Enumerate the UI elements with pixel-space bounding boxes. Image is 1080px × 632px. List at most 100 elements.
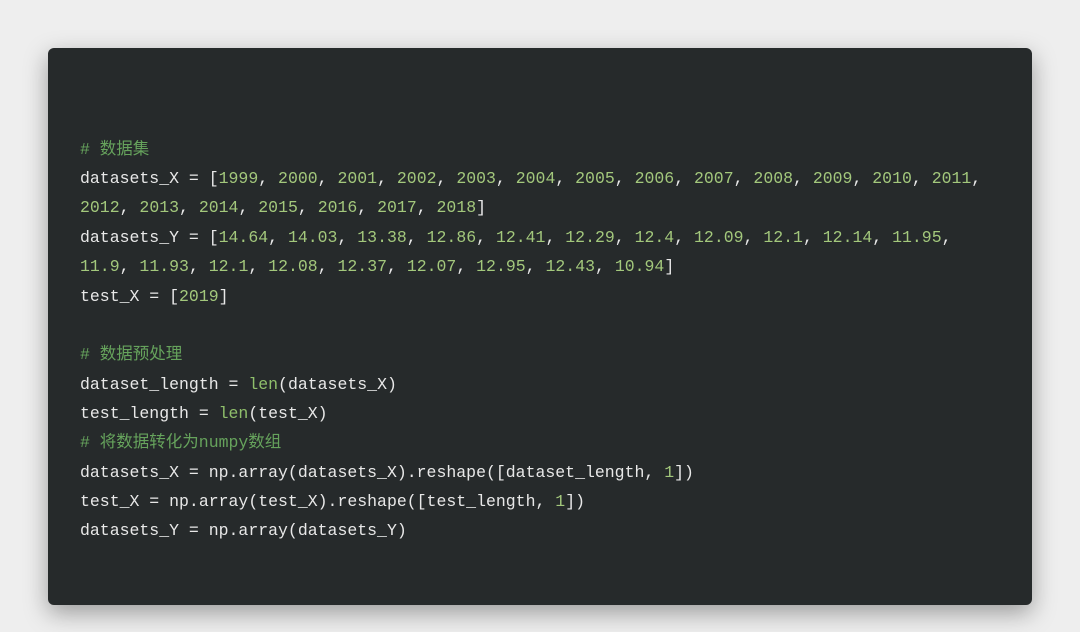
code-token: 12.86	[427, 228, 477, 247]
code-token: 2009	[813, 169, 853, 188]
code-token: 12.08	[268, 257, 318, 276]
code-token: 12.29	[565, 228, 615, 247]
code-line: test_length = len(test_X)	[80, 399, 1000, 428]
code-token: ,	[120, 257, 140, 276]
code-token: ,	[734, 169, 754, 188]
code-token: 11.95	[892, 228, 942, 247]
code-token: 12.95	[476, 257, 526, 276]
code-token: 14.03	[288, 228, 338, 247]
code-token: ,	[318, 169, 338, 188]
code-token: 2011	[932, 169, 972, 188]
code-token: ,	[357, 198, 377, 217]
code-token: len	[248, 375, 278, 394]
code-line: dataset_length = len(datasets_X)	[80, 370, 1000, 399]
code-token: ,	[258, 169, 278, 188]
code-token: ,	[387, 257, 407, 276]
code-token: ,	[189, 257, 209, 276]
code-token: datasets_X = np.array(datasets_X).reshap…	[80, 463, 664, 482]
code-token: ,	[803, 228, 823, 247]
code-token: 2000	[278, 169, 318, 188]
code-token: ,	[674, 169, 694, 188]
code-token: datasets_Y = np.array(datasets_Y)	[80, 521, 407, 540]
code-content: # 数据集 datasets_X = [1999, 2000, 2001, 200…	[80, 135, 1000, 546]
code-token: 12.09	[694, 228, 744, 247]
code-block: # 数据集 datasets_X = [1999, 2000, 2001, 200…	[48, 48, 1032, 605]
code-line: # 数据预处理	[80, 340, 1000, 369]
code-token: 2007	[694, 169, 734, 188]
code-token: 12.14	[823, 228, 873, 247]
code-token: (test_X)	[248, 404, 327, 423]
code-token: ,	[456, 257, 476, 276]
code-token: ,	[595, 257, 615, 276]
code-token: 2008	[753, 169, 793, 188]
code-token: (datasets_X)	[278, 375, 397, 394]
code-token: 2019	[179, 287, 219, 306]
code-token: 2004	[516, 169, 556, 188]
code-token: 2017	[377, 198, 417, 217]
code-token: test_length =	[80, 404, 219, 423]
code-token: 12.43	[545, 257, 595, 276]
code-line	[80, 311, 1000, 340]
code-token: ,	[268, 228, 288, 247]
code-line: # 数据集	[80, 135, 1000, 164]
code-token: 2003	[456, 169, 496, 188]
code-token: 2013	[139, 198, 179, 217]
code-line: datasets_X = np.array(datasets_X).reshap…	[80, 458, 1000, 487]
code-token: len	[219, 404, 249, 423]
code-token: ,	[852, 169, 872, 188]
code-token: 12.1	[763, 228, 803, 247]
code-line: test_X = [2019]	[80, 282, 1000, 311]
code-token: # 数据集	[80, 140, 149, 159]
code-line: datasets_Y = [14.64, 14.03, 13.38, 12.86…	[80, 223, 1000, 282]
code-token: 2012	[80, 198, 120, 217]
code-token: 10.94	[615, 257, 665, 276]
code-token: ,	[496, 169, 516, 188]
code-token: ,	[407, 228, 427, 247]
code-token: 13.38	[357, 228, 407, 247]
code-token: ,	[337, 228, 357, 247]
code-token: 12.07	[407, 257, 457, 276]
code-token: 1	[555, 492, 565, 511]
code-line: datasets_X = [1999, 2000, 2001, 2002, 20…	[80, 164, 1000, 223]
code-token: ]	[664, 257, 674, 276]
code-token: 2018	[437, 198, 477, 217]
code-token: ,	[476, 228, 496, 247]
code-token: ,	[120, 198, 140, 217]
code-token: ,	[615, 169, 635, 188]
code-token: 12.1	[209, 257, 249, 276]
code-token: ,	[674, 228, 694, 247]
code-token: ,	[238, 198, 258, 217]
code-token: 14.64	[219, 228, 269, 247]
code-token: ,	[545, 228, 565, 247]
code-token: ,	[248, 257, 268, 276]
code-token: 2001	[337, 169, 377, 188]
code-token: 2002	[397, 169, 437, 188]
code-token: ,	[872, 228, 892, 247]
code-line: # 将数据转化为numpy数组	[80, 428, 1000, 457]
code-token: ,	[377, 169, 397, 188]
code-token: ])	[565, 492, 585, 511]
code-token: ,	[298, 198, 318, 217]
code-token: ,	[793, 169, 813, 188]
code-token: test_X = np.array(test_X).reshape([test_…	[80, 492, 555, 511]
code-token: ]	[219, 287, 229, 306]
code-token: 1999	[219, 169, 259, 188]
code-token: ]	[476, 198, 486, 217]
code-token: ])	[674, 463, 694, 482]
code-token: ,	[615, 228, 635, 247]
code-token: ,	[417, 198, 437, 217]
code-token: 11.9	[80, 257, 120, 276]
code-token: 2015	[258, 198, 298, 217]
code-token: ,	[179, 198, 199, 217]
code-token: test_X = [	[80, 287, 179, 306]
code-token: 12.37	[338, 257, 388, 276]
code-token: 12.4	[635, 228, 675, 247]
code-token: ,	[942, 228, 962, 247]
code-token: ,	[318, 257, 338, 276]
code-token: # 数据预处理	[80, 345, 182, 364]
code-token: 1	[664, 463, 674, 482]
code-token: 2005	[575, 169, 615, 188]
code-token: dataset_length =	[80, 375, 248, 394]
code-line: test_X = np.array(test_X).reshape([test_…	[80, 487, 1000, 516]
code-token: ,	[971, 169, 991, 188]
